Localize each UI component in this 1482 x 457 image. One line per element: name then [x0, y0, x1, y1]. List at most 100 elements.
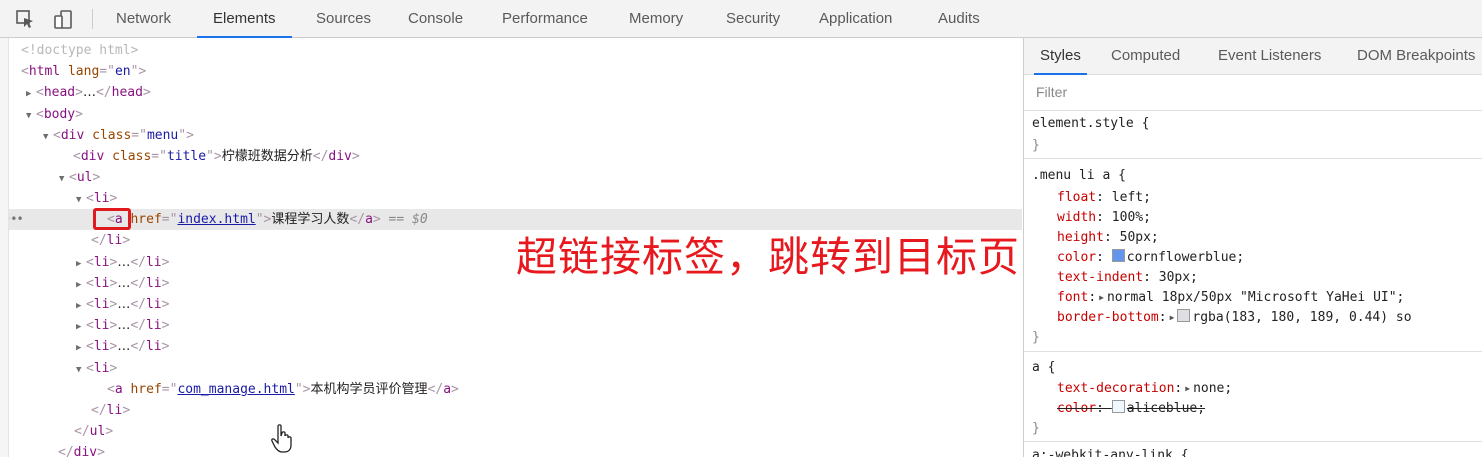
css-prop-text-indent[interactable]: text-indent: 30px;	[1057, 268, 1198, 288]
li-tag-name: li	[93, 191, 110, 206]
css-prop-color-overridden[interactable]: color: aliceblue;	[1057, 399, 1205, 419]
css-prop-float[interactable]: float: left;	[1057, 188, 1151, 208]
tab-styles[interactable]: Styles	[1034, 38, 1087, 75]
expand-triangle-icon[interactable]: ▶	[76, 338, 86, 359]
expand-shorthand-icon[interactable]: ▶	[1099, 293, 1104, 302]
tab-sources[interactable]: Sources	[316, 0, 371, 37]
tree-node-a[interactable]: <a href="com_manage.html">本机构学员评价管理</a>	[107, 379, 1022, 400]
html-tag-name: html	[28, 64, 61, 79]
collapse-triangle-icon[interactable]: ▼	[43, 127, 53, 148]
tree-left-gutter	[0, 38, 9, 457]
div-close-tag-name: div	[73, 445, 98, 457]
tab-event-listeners[interactable]: Event Listeners	[1218, 38, 1321, 74]
tree-node-ul[interactable]: ▼ <ul>	[59, 167, 1022, 188]
tab-console[interactable]: Console	[408, 0, 463, 37]
color-swatch-icon[interactable]	[1111, 400, 1125, 413]
css-prop-height[interactable]: height: 50px;	[1057, 228, 1159, 248]
tab-memory[interactable]: Memory	[629, 0, 683, 37]
href-link-index[interactable]: index.html	[177, 212, 255, 227]
expand-triangle-icon[interactable]: ▶	[76, 317, 86, 338]
css-prop-border-bottom[interactable]: border-bottom: ▶ rgba(183, 180, 189, 0.44)…	[1057, 308, 1412, 328]
annotation-highlight-box	[93, 208, 131, 230]
tree-node-li-collapsed[interactable]: ▶ <li>…</li>	[76, 294, 1022, 315]
rule-menu-li-a-selector[interactable]: .menu li a {	[1032, 166, 1126, 186]
expand-shorthand-icon[interactable]: ▶	[1185, 384, 1190, 393]
class-attr-name: class	[112, 149, 152, 164]
expand-triangle-icon[interactable]: ▶	[76, 275, 86, 296]
tab-computed[interactable]: Computed	[1111, 38, 1180, 74]
li-tag-name: li	[93, 276, 110, 291]
css-prop-text-decoration[interactable]: text-decoration: ▶ none;	[1057, 379, 1232, 399]
tree-node-li-close[interactable]: </li>	[91, 400, 1022, 421]
tree-node-html[interactable]: <html lang="en">	[21, 61, 1022, 82]
prop-name: color	[1057, 401, 1097, 416]
tab-application[interactable]: Application	[819, 0, 892, 37]
tree-node-li-collapsed[interactable]: ▶ <li>…</li>	[76, 336, 1022, 357]
tree-node-doctype[interactable]: <!doctype html>	[21, 40, 1022, 61]
tree-node-body[interactable]: ▼ <body>	[26, 104, 1022, 125]
collapsed-ellipsis: …	[117, 255, 131, 270]
li-close-tag-name: li	[145, 339, 162, 354]
div-tag-name: div	[80, 149, 105, 164]
expand-triangle-icon[interactable]: ▶	[26, 84, 36, 105]
tree-node-li[interactable]: ▼ <li>	[76, 188, 1022, 209]
class-attr-value: menu	[146, 128, 179, 143]
prop-name: text-indent	[1057, 270, 1144, 285]
rule-divider	[1024, 110, 1482, 111]
rule-webkit-any-link-selector[interactable]: a:-webkit-any-link {	[1032, 446, 1189, 457]
expand-triangle-icon[interactable]: ▶	[76, 254, 86, 275]
styles-filter-input[interactable]: Filter	[1036, 84, 1067, 100]
selector-text: a:-webkit-any-link {	[1032, 448, 1189, 457]
tab-security[interactable]: Security	[726, 0, 780, 37]
prop-name: text-decoration	[1057, 381, 1175, 396]
selected-node-marker: == $0	[388, 212, 428, 227]
a-close-tag-name: a	[365, 212, 373, 227]
ul-tag-name: ul	[76, 170, 93, 185]
rule-divider	[1024, 158, 1482, 159]
tree-node-div-title[interactable]: <div class="title">柠檬班数据分析</div>	[73, 146, 1022, 167]
rule-close: }	[1032, 136, 1040, 156]
tree-node-div-close[interactable]: </div>	[58, 442, 1022, 457]
collapse-triangle-icon[interactable]: ▼	[26, 106, 36, 127]
tab-audits[interactable]: Audits	[938, 0, 980, 37]
tree-node-ul-close[interactable]: </ul>	[74, 421, 1022, 442]
prop-value: cornflowerblue;	[1126, 250, 1245, 265]
link-text: 本机构学员评价管理	[310, 382, 428, 397]
css-prop-width[interactable]: width: 100%;	[1057, 208, 1151, 228]
li-close-tag-name: li	[106, 233, 123, 248]
li-tag-name: li	[93, 318, 110, 333]
collapse-triangle-icon[interactable]: ▼	[76, 360, 86, 381]
li-close-tag-name: li	[145, 255, 162, 270]
tree-node-div-menu[interactable]: ▼ <div class="menu">	[43, 125, 1022, 146]
css-prop-color[interactable]: color: cornflowerblue;	[1057, 248, 1244, 268]
tree-node-li-collapsed[interactable]: ▶ <li>…</li>	[76, 315, 1022, 336]
tab-dom-breakpoints[interactable]: DOM Breakpoints	[1357, 38, 1475, 74]
tree-node-li[interactable]: ▼ <li>	[76, 358, 1022, 379]
class-attr-value: title	[166, 149, 207, 164]
inspect-element-icon[interactable]	[14, 8, 36, 30]
href-link-com-manage[interactable]: com_manage.html	[177, 382, 294, 397]
prop-value: 100%;	[1111, 210, 1151, 225]
close-brace: }	[1032, 138, 1040, 153]
elements-tree: <!doctype html> <html lang="en"> ▶ <head>…	[0, 38, 1022, 457]
tab-network[interactable]: Network	[116, 0, 171, 37]
element-style-selector[interactable]: element.style {	[1032, 114, 1149, 134]
prop-name: border-bottom	[1057, 310, 1159, 325]
tab-elements[interactable]: Elements	[197, 0, 291, 38]
prop-name: width	[1057, 210, 1097, 225]
collapse-triangle-icon[interactable]: ▼	[59, 169, 69, 190]
collapse-triangle-icon[interactable]: ▼	[76, 190, 86, 211]
tab-performance[interactable]: Performance	[502, 0, 588, 37]
expand-shorthand-icon[interactable]: ▶	[1170, 313, 1175, 322]
prop-value: left;	[1111, 190, 1151, 205]
color-swatch-icon[interactable]	[1111, 249, 1125, 262]
li-tag-name: li	[93, 297, 110, 312]
css-prop-font[interactable]: font: ▶ normal 18px/50px "Microsoft YaHei …	[1057, 288, 1404, 308]
expand-triangle-icon[interactable]: ▶	[76, 296, 86, 317]
prop-name: font	[1057, 290, 1089, 305]
color-swatch-icon[interactable]	[1177, 309, 1191, 322]
device-toolbar-icon[interactable]	[52, 8, 74, 30]
rule-a-selector[interactable]: a {	[1032, 358, 1055, 378]
li-tag-name: li	[93, 339, 110, 354]
tree-node-head[interactable]: ▶ <head>…</head>	[26, 82, 1022, 103]
